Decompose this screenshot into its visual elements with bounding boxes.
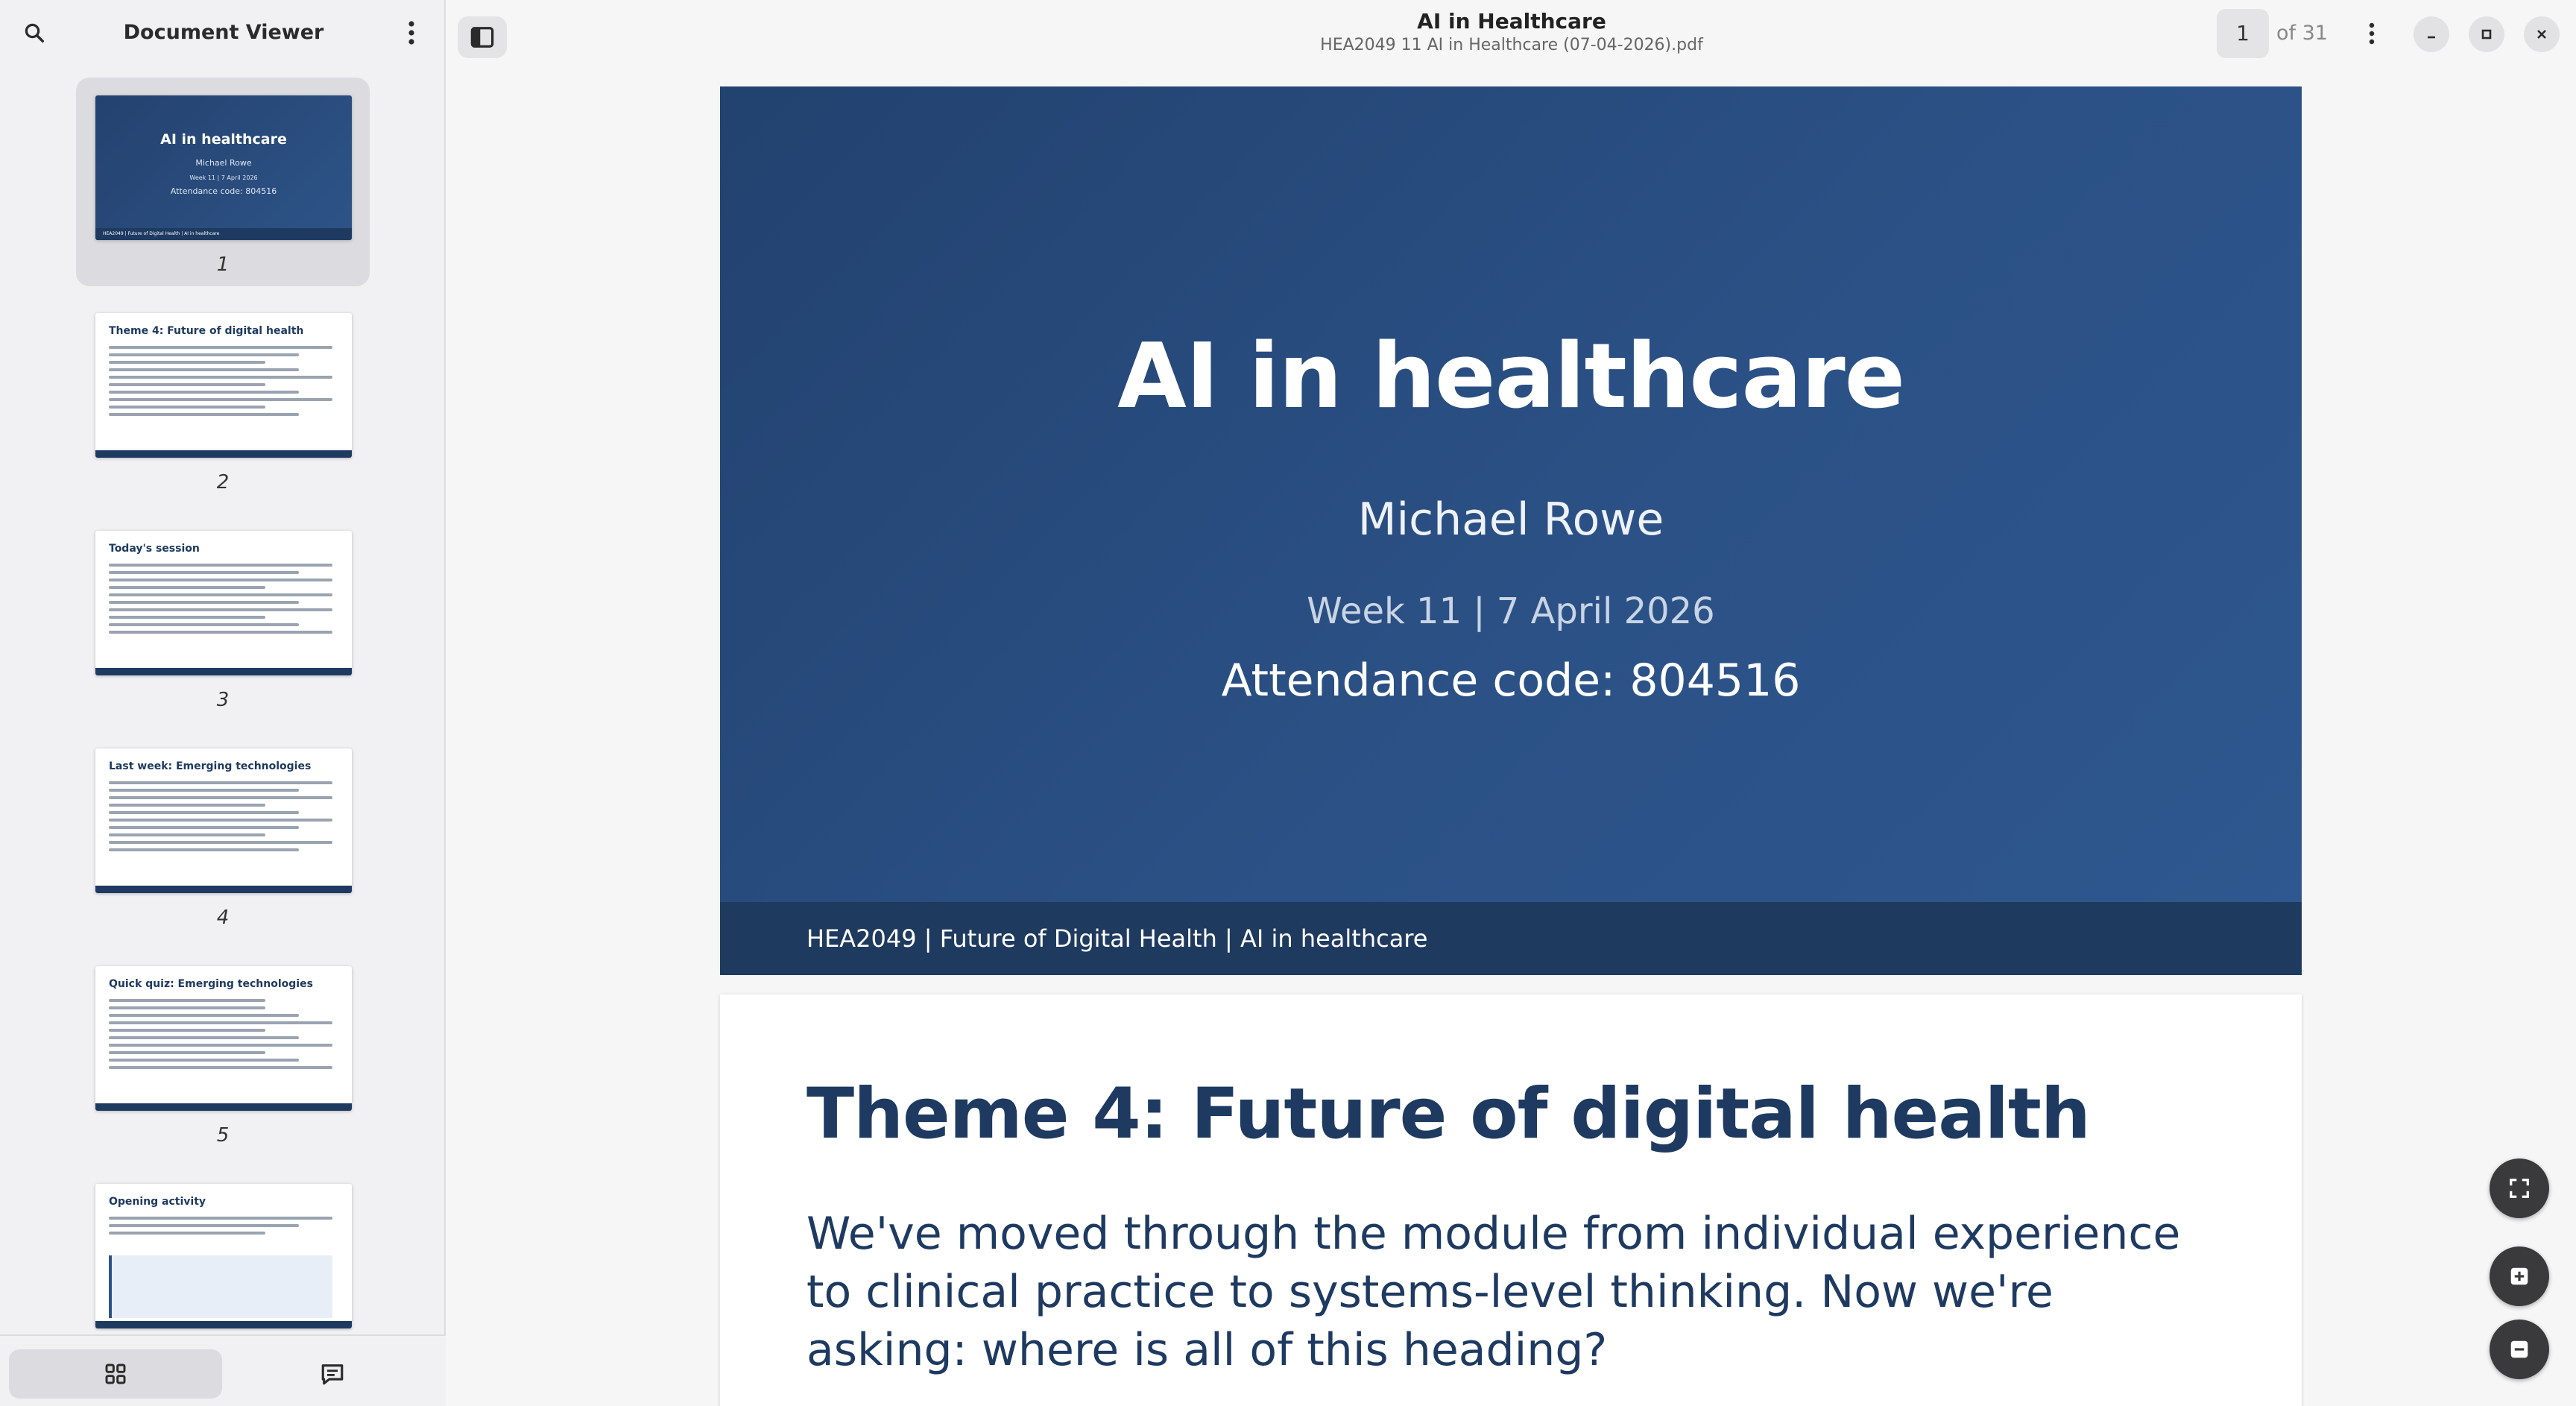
main-menu-button[interactable]	[2351, 16, 2393, 51]
kebab-menu-icon	[2369, 22, 2375, 45]
thumbnail-text-lines	[109, 999, 332, 1074]
slide-date: Week 11 | 7 April 2026	[1307, 590, 1715, 632]
slide-author: Michael Rowe	[1357, 494, 1664, 546]
page-1: AI in healthcare Michael Rowe Week 11 | …	[720, 86, 2302, 975]
thumbnail-image: Theme 4: Future of digital health	[95, 313, 352, 458]
slide-footer: HEA2049 | Future of Digital Health | AI …	[720, 902, 2302, 975]
maximize-button[interactable]	[2469, 16, 2504, 52]
thumbnail-title: Today's session	[109, 543, 200, 555]
fullscreen-button[interactable]	[2490, 1158, 2549, 1218]
thumbnail-title: Last week: Emerging technologies	[109, 760, 312, 772]
zoom-in-button[interactable]	[2490, 1246, 2549, 1306]
close-icon	[2537, 30, 2546, 39]
thumbnail-text-lines	[109, 1217, 332, 1239]
page-number-input[interactable]: 1	[2217, 9, 2269, 58]
minimize-button[interactable]	[2414, 16, 2449, 52]
thumbnail-code: Attendance code: 804516	[170, 186, 277, 196]
thumbnail-title: AI in healthcare	[160, 131, 287, 148]
thumbnail-page-6[interactable]: Opening activity	[76, 1166, 370, 1331]
grid-icon	[105, 1364, 126, 1384]
page-2: Theme 4: Future of digital health We've …	[720, 994, 2302, 1406]
fullscreen-icon	[2510, 1179, 2529, 1198]
thumbnail-footer-bar	[95, 1103, 352, 1111]
thumbnail-number: 2	[216, 471, 230, 494]
minimize-icon	[2428, 36, 2435, 39]
thumbnail-number: 1	[216, 253, 230, 276]
thumbnail-title: Theme 4: Future of digital health	[109, 325, 304, 337]
search-button[interactable]	[13, 16, 55, 49]
sidebar-footer	[0, 1334, 446, 1406]
thumbnail-footer-bar	[95, 450, 352, 458]
thumbnail-text-lines	[109, 781, 332, 856]
thumbnail-page-4[interactable]: Last week: Emerging technologies 4	[76, 731, 370, 939]
slide-body: We've moved through the module from indi…	[806, 1208, 2181, 1376]
thumbnail-number: 5	[216, 1124, 230, 1147]
slide-title: AI in healthcare	[1117, 325, 1905, 429]
thumbnail-author: Michael Rowe	[195, 158, 252, 168]
slide-footer-text: HEA2049 | Future of Digital Health | AI …	[806, 924, 1428, 953]
kebab-menu-icon	[408, 21, 414, 45]
thumbnail-title: Opening activity	[109, 1196, 206, 1208]
sidebar-toggle-icon	[470, 27, 494, 48]
sidebar-toggle-button[interactable]	[458, 16, 507, 58]
thumbnail-page-5[interactable]: Quick quiz: Emerging technologies 5	[76, 948, 370, 1157]
thumbnail-callout-box	[109, 1255, 332, 1318]
thumbnail-week: Week 11 | 7 April 2026	[189, 174, 258, 181]
sidebar-header: Document Viewer	[0, 0, 446, 66]
thumbnail-list[interactable]: AI in healthcare Michael Rowe Week 11 | …	[0, 72, 446, 1331]
thumbnail-page-3[interactable]: Today's session 3	[76, 513, 370, 722]
search-icon	[25, 23, 44, 42]
thumbnail-footer-bar	[95, 1321, 352, 1328]
slide-title: Theme 4: Future of digital health	[806, 1074, 2091, 1155]
thumbnail-footer-bar	[95, 886, 352, 893]
close-button[interactable]	[2524, 16, 2560, 52]
zoom-in-icon	[2510, 1267, 2528, 1285]
sidebar-menu-button[interactable]	[391, 16, 432, 49]
annotations-view-tab[interactable]	[288, 1349, 377, 1399]
thumbnail-image: Quick quiz: Emerging technologies	[95, 966, 352, 1111]
zoom-out-button[interactable]	[2490, 1320, 2549, 1379]
thumbnail-footer-bar	[95, 668, 352, 675]
document-filename: HEA2049 11 AI in Healthcare (07-04-2026)…	[1320, 36, 1703, 54]
thumbnail-number: 3	[216, 689, 230, 711]
thumbnail-text-lines	[109, 564, 332, 638]
thumbnail-image: Last week: Emerging technologies	[95, 748, 352, 893]
sidebar-title: Document Viewer	[123, 21, 324, 44]
thumbnails-view-tab[interactable]	[9, 1349, 222, 1399]
document-title: AI in Healthcare	[1417, 9, 1606, 34]
maximize-icon	[2481, 29, 2492, 40]
slide-attendance-code: Attendance code: 804516	[1221, 655, 1801, 707]
page-total-label: of 31	[2276, 22, 2328, 45]
zoom-out-icon	[2510, 1340, 2528, 1358]
thumbnail-page-2[interactable]: Theme 4: Future of digital health 2	[76, 295, 370, 504]
thumbnail-image: AI in healthcare Michael Rowe Week 11 | …	[95, 95, 352, 240]
thumbnail-text-lines	[109, 346, 332, 420]
thumbnail-image: Today's session	[95, 531, 352, 675]
thumbnail-title: Quick quiz: Emerging technologies	[109, 978, 313, 990]
thumbnail-page-1[interactable]: AI in healthcare Michael Rowe Week 11 | …	[76, 78, 370, 286]
thumbnail-image: Opening activity	[95, 1184, 352, 1328]
thumbnail-footer: HEA2049 | Future of Digital Health | AI …	[95, 228, 352, 240]
thumbnail-number: 4	[216, 907, 230, 929]
comment-icon	[321, 1364, 344, 1385]
sidebar: Document Viewer AI in healthcare Michael…	[0, 0, 446, 1406]
